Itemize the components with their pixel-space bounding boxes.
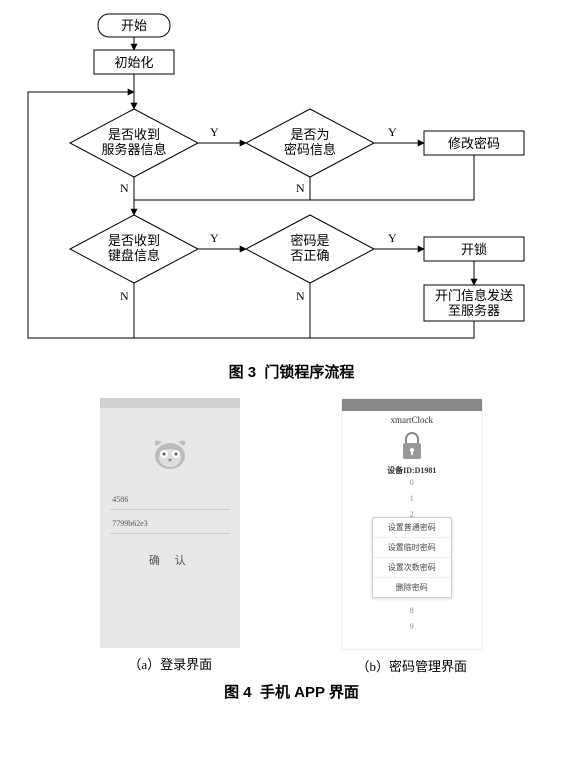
fig3-prefix: 图 3 — [229, 364, 257, 381]
node-d1-l1: 是否收到 — [108, 127, 160, 142]
edge-d4-yes: Y — [388, 231, 397, 245]
node-send-l1: 开门信息发送 — [435, 288, 513, 303]
sub-caption-a: （a）登录界面 — [128, 654, 212, 673]
phone-mockups: 4586 7799b62e3 确 认 （a）登录界面 xmartClock 设备… — [10, 398, 563, 675]
menu-set-count-password[interactable]: 设置次数密码 — [373, 558, 451, 578]
login-field-1-value: 4586 — [112, 495, 128, 504]
node-d2-l1: 是否为 — [290, 127, 329, 142]
node-send-l2: 至服务器 — [448, 303, 500, 318]
edge-d3-no: N — [120, 289, 129, 303]
key-0[interactable]: 0 — [410, 478, 414, 487]
node-d3-l2: 键盘信息 — [108, 248, 160, 263]
node-d1-l2: 服务器信息 — [101, 142, 166, 157]
sub-caption-b: （b）密码管理界面 — [356, 656, 467, 675]
node-d4-l1: 密码是 — [290, 233, 329, 248]
menu-set-temp-password[interactable]: 设置临时密码 — [373, 538, 451, 558]
phone-b-column: xmartClock 设备ID:D1981 0 1 2 3 4 5 6 7 8 — [341, 398, 483, 675]
phone-a-login-screen: 4586 7799b62e3 确 认 — [100, 398, 240, 648]
confirm-button[interactable]: 确 认 — [100, 538, 240, 582]
node-start: 开始 — [121, 18, 147, 33]
fig4-text: 手机 APP 界面 — [260, 684, 359, 701]
login-field-1[interactable]: 4586 — [110, 490, 230, 510]
device-id-label: 设备ID:D1981 — [342, 465, 482, 476]
fig3-text: 门锁程序流程 — [264, 364, 354, 381]
phone-a-column: 4586 7799b62e3 确 认 （a）登录界面 — [100, 398, 240, 673]
node-unlock: 开锁 — [461, 242, 487, 257]
key-8[interactable]: 8 — [410, 606, 414, 615]
node-d2-l2: 密码信息 — [284, 142, 336, 157]
node-modify: 修改密码 — [448, 136, 500, 151]
password-menu: 设置普通密码 设置临时密码 设置次数密码 删除密码 — [372, 517, 452, 598]
confirm-button-label: 确 认 — [149, 555, 192, 567]
fig4-prefix: 图 4 — [224, 684, 252, 701]
login-field-2-value: 7799b62e3 — [112, 519, 148, 528]
node-d3-l1: 是否收到 — [108, 233, 160, 248]
phone-b-title: xmartClock — [342, 411, 482, 427]
key-1[interactable]: 1 — [410, 494, 414, 503]
phone-b-statusbar — [342, 399, 482, 411]
edge-d4-no: N — [296, 289, 305, 303]
edge-d3-yes: Y — [210, 231, 219, 245]
edge-d1-no: N — [120, 181, 129, 195]
edge-d2-no: N — [296, 181, 305, 195]
figure3-caption: 图 3 门锁程序流程 — [10, 361, 563, 382]
node-d4-l2: 否正确 — [290, 248, 329, 263]
edge-d2-yes: Y — [388, 125, 397, 139]
node-init: 初始化 — [114, 55, 153, 70]
login-field-2[interactable]: 7799b62e3 — [110, 514, 230, 534]
key-9[interactable]: 9 — [410, 622, 414, 631]
menu-set-normal-password[interactable]: 设置普通密码 — [373, 518, 451, 538]
menu-delete-password[interactable]: 删除密码 — [373, 578, 451, 597]
phone-b-password-screen: xmartClock 设备ID:D1981 0 1 2 3 4 5 6 7 8 — [341, 398, 483, 650]
figure4-caption: 图 4 手机 APP 界面 — [10, 681, 563, 702]
edge-d1-yes: Y — [210, 125, 219, 139]
flowchart: .box { fill:#fff; stroke:#000; stroke-wi… — [10, 10, 553, 350]
owl-icon — [148, 432, 192, 472]
phone-a-statusbar — [100, 398, 240, 408]
lock-icon — [398, 429, 426, 463]
